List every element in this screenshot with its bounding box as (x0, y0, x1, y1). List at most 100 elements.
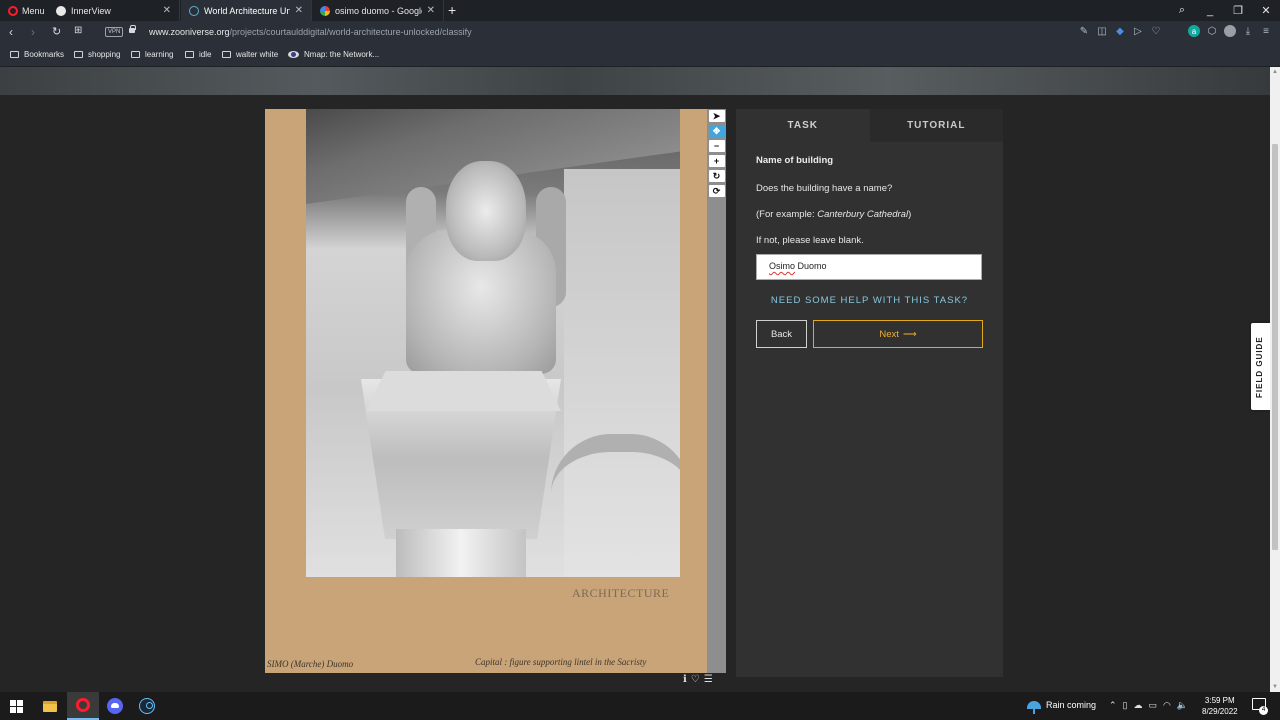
tab-google-search[interactable]: osimo duomo - Google Sea ✕ (312, 0, 444, 21)
scroll-down-icon[interactable]: ▼ (1270, 682, 1280, 692)
clock-date: 8/29/2022 (1202, 707, 1238, 716)
bookmark-label: Bookmarks (24, 50, 65, 59)
arrow-right-icon: ⟶ (902, 328, 917, 340)
field-guide-tab[interactable]: FIELD GUIDE (1251, 323, 1270, 410)
battery-icon[interactable]: ▭ (1149, 700, 1158, 711)
lock-icon[interactable] (129, 25, 136, 33)
next-button[interactable]: Next ⟶ (813, 320, 983, 348)
close-window-icon[interactable]: ✕ (1252, 4, 1280, 17)
close-tab-icon[interactable]: ✕ (163, 5, 171, 16)
onedrive-cloud-icon[interactable]: ☁ (1134, 700, 1143, 711)
info-icon[interactable]: ℹ (683, 674, 687, 685)
discord-taskbar-button[interactable] (99, 692, 131, 720)
windows-taskbar: Rain coming ⌃ ▯ ☁ ▭ ◠ 🔈 3:59 PM 8/29/202… (0, 692, 1280, 720)
answer-text-word: Osimo (769, 261, 796, 271)
bookmark-walter-white[interactable]: walter white (222, 50, 278, 59)
umbrella-rain-icon (1027, 701, 1041, 714)
start-button[interactable] (0, 692, 32, 720)
close-tab-icon[interactable]: ✕ (427, 5, 435, 16)
bookmark-label: Nmap: the Network... (304, 50, 380, 59)
edit-icon[interactable]: ✎ (1078, 25, 1090, 37)
rotate-icon[interactable]: ↻ (708, 170, 725, 182)
pointer-tool-icon[interactable]: ➤ (708, 110, 725, 122)
folder-icon (185, 51, 194, 58)
building-name-input[interactable]: Osimo Duomo (756, 254, 982, 280)
new-tab-icon[interactable]: + (448, 2, 456, 18)
download-icon[interactable]: ⤓ (1242, 25, 1254, 37)
reload-icon[interactable]: ↻ (52, 25, 61, 38)
heart-icon[interactable]: ♡ (1150, 25, 1162, 37)
bookmark-shopping[interactable]: shopping (74, 50, 120, 59)
scroll-up-icon[interactable]: ▲ (1270, 67, 1280, 77)
shield-icon[interactable]: ◆ (1114, 25, 1126, 37)
task-hint: If not, please leave blank. (756, 235, 864, 246)
back-icon[interactable]: ‹ (9, 25, 13, 39)
folder-icon (74, 51, 83, 58)
weather-widget[interactable]: Rain coming (1027, 700, 1097, 714)
clock-time: 3:59 PM (1204, 696, 1235, 705)
forward-icon[interactable]: › (31, 25, 35, 39)
project-header-banner (0, 67, 1270, 95)
vpn-badge[interactable]: VPN (105, 27, 124, 37)
bookmark-learning[interactable]: learning (131, 50, 173, 59)
tab-innerview[interactable]: InnerView ✕ (48, 0, 180, 21)
tab-grid-icon[interactable]: ⊞ (74, 25, 82, 36)
chevron-up-icon[interactable]: ⌃ (1109, 700, 1117, 711)
close-tab-icon[interactable]: ✕ (295, 5, 303, 16)
tab-world-architecture[interactable]: World Architecture Unlock ✕ (181, 0, 312, 21)
nmap-eye-icon (288, 51, 299, 58)
cube-icon[interactable]: ⬡ (1206, 25, 1218, 37)
restore-icon[interactable]: ❐ (1224, 4, 1252, 17)
phone-link-icon[interactable]: ▯ (1123, 700, 1128, 711)
folder-icon (43, 700, 57, 712)
field-guide-label: FIELD GUIDE (1255, 336, 1264, 398)
opera-taskbar-button[interactable] (67, 692, 99, 720)
speaker-muted-icon[interactable]: 🔈 (1177, 700, 1188, 711)
back-button[interactable]: Back (756, 320, 807, 348)
move-tool-icon[interactable]: ✥ (708, 125, 725, 137)
opera-menu-button[interactable]: Menu (4, 0, 49, 21)
zoom-out-icon[interactable]: − (708, 140, 725, 152)
bookmark-nmap[interactable]: Nmap: the Network... (288, 50, 379, 59)
bookmark-idle[interactable]: idle (185, 50, 211, 59)
photo-figure-head (446, 161, 526, 261)
collections-list-icon[interactable]: ☰ (704, 674, 713, 685)
page-scrollbar[interactable]: ▲ ▼ (1270, 67, 1280, 692)
tab-tutorial[interactable]: TUTORIAL (869, 109, 1003, 142)
weather-text: Rain coming (1046, 700, 1097, 710)
help-link[interactable]: NEED SOME HELP WITH THIS TASK? (756, 295, 983, 306)
bookmarks-bar: Bookmarks shopping learning idle walter … (0, 45, 1280, 67)
camera-icon[interactable]: ◫ (1096, 25, 1108, 37)
menu-lines-icon[interactable]: ≡ (1260, 25, 1272, 37)
tab-task[interactable]: TASK (736, 109, 870, 142)
windows-logo-icon (9, 699, 23, 713)
zooniverse-page: ARCHITECTURE SIMO (Marche) Duomo Capital… (0, 67, 1270, 692)
scrollbar-thumb[interactable] (1272, 144, 1278, 550)
search-tabs-icon[interactable]: ⌕ (1168, 4, 1196, 17)
extension-a-icon[interactable]: a (1188, 25, 1200, 37)
discord-icon (107, 698, 123, 714)
favorite-heart-icon[interactable]: ♡ (691, 674, 700, 685)
steam-taskbar-button[interactable] (131, 692, 163, 720)
zoom-in-icon[interactable]: + (708, 155, 725, 167)
network-icon[interactable]: ◠ (1163, 700, 1171, 711)
reset-icon[interactable]: ⟳ (708, 185, 725, 197)
url-field[interactable]: www.zooniverse.org/projects/courtaulddig… (149, 27, 472, 37)
send-icon[interactable]: ▷ (1132, 25, 1144, 37)
profile-avatar-icon[interactable] (1224, 25, 1236, 37)
task-example: (For example: Canterbury Cathedral) (756, 209, 983, 220)
minimize-icon[interactable]: _ (1196, 5, 1224, 17)
steam-icon (139, 698, 155, 714)
opera-icon (76, 698, 90, 712)
folder-icon (10, 51, 19, 58)
example-prefix: (For example: (756, 209, 818, 220)
handwritten-caption-left: SIMO (Marche) Duomo (267, 659, 354, 669)
tab-title: osimo duomo - Google Sea (335, 5, 422, 16)
photo-wall (564, 169, 680, 577)
photo-abacus (366, 371, 561, 411)
subject-image[interactable]: ARCHITECTURE SIMO (Marche) Duomo Capital… (265, 109, 707, 673)
bookmark-bookmarks[interactable]: Bookmarks (10, 50, 64, 59)
file-explorer-button[interactable] (34, 692, 66, 720)
clock[interactable]: 3:59 PM 8/29/2022 (1202, 695, 1238, 717)
